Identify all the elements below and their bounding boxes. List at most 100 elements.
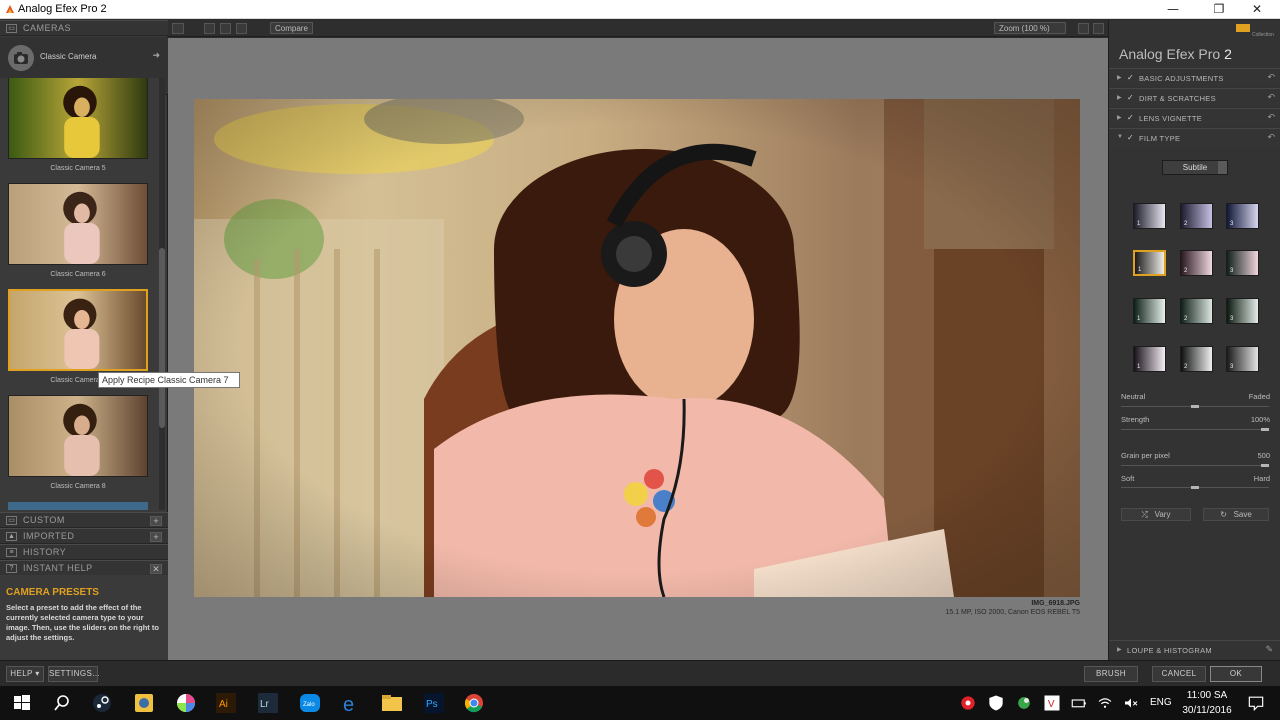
history-header[interactable]: ≡ HISTORY	[0, 544, 168, 560]
save-button[interactable]: ↻ Save	[1203, 508, 1269, 521]
film-swatch-selected[interactable]: 1	[1133, 250, 1166, 276]
slider-handle[interactable]	[1191, 486, 1199, 489]
section-film-type[interactable]: ▼ ✓ FILM TYPE ↶	[1109, 128, 1280, 146]
navigator-toggle-icon[interactable]	[172, 23, 184, 34]
cancel-button[interactable]: CANCEL	[1152, 666, 1206, 682]
folder-icon[interactable]	[380, 691, 404, 715]
clock-time[interactable]: 11:00 SA	[1180, 690, 1234, 701]
preset-list[interactable]: Classic Camera 5 Classic Camera 6 Classi…	[0, 78, 160, 510]
imported-header[interactable]: ▲ IMPORTED +	[0, 528, 168, 544]
vivaldi-icon[interactable]: V	[1042, 691, 1062, 715]
film-swatch[interactable]: 3	[1226, 203, 1259, 229]
collapse-icon[interactable]: ▼	[1117, 134, 1123, 140]
section-basic-adjustments[interactable]: ▶ ✓ BASIC ADJUSTMENTS ↶	[1109, 68, 1280, 86]
expand-icon[interactable]: ▶	[1117, 646, 1122, 653]
preset-thumbnail[interactable]	[8, 289, 148, 371]
windows-start-icon[interactable]	[10, 691, 34, 715]
film-swatch[interactable]: 1	[1133, 298, 1166, 324]
minimize-button[interactable]: —	[1150, 0, 1196, 19]
film-swatch[interactable]: 3	[1226, 346, 1259, 372]
preset-item[interactable]: Classic Camera 5	[0, 78, 156, 179]
reset-icon[interactable]: ↶	[1267, 72, 1275, 83]
edge-icon[interactable]: e	[340, 691, 364, 715]
illustrator-icon[interactable]: Ai	[214, 691, 238, 715]
lightroom-icon[interactable]: Lr	[256, 691, 280, 715]
help-button[interactable]: HELP ▾	[6, 666, 44, 682]
scrollbar-thumb[interactable]	[159, 248, 165, 428]
clock-date[interactable]: 30/11/2016	[1176, 705, 1238, 716]
film-swatch[interactable]: 2	[1180, 203, 1213, 229]
shield-icon[interactable]	[986, 691, 1006, 715]
photoshop-icon[interactable]: Ps	[422, 691, 446, 715]
film-swatch[interactable]: 2	[1180, 298, 1213, 324]
film-swatch[interactable]: 3	[1226, 298, 1259, 324]
slider-handle[interactable]	[1261, 428, 1269, 431]
photo-preview[interactable]	[194, 99, 1080, 597]
single-view-icon[interactable]	[204, 23, 215, 34]
notifications-icon[interactable]	[1246, 691, 1266, 715]
preset-thumbnail-partial[interactable]	[8, 502, 148, 510]
image-canvas[interactable]: IMG_6918.JPG 15.1 MP, ISO 2000, Canon EO…	[168, 38, 1108, 660]
reset-icon[interactable]: ↶	[1267, 92, 1275, 103]
volume-muted-icon[interactable]	[1122, 691, 1140, 715]
section-dirt-scratches[interactable]: ▶ ✓ DIRT & SCRATCHES ↶	[1109, 88, 1280, 106]
add-custom-button[interactable]: +	[150, 516, 162, 526]
film-swatch[interactable]: 2	[1180, 250, 1213, 276]
enable-checkbox[interactable]: ✓	[1127, 93, 1134, 102]
preset-item[interactable]: Classic Camera 6	[0, 181, 156, 285]
close-help-button[interactable]: ✕	[150, 564, 162, 574]
film-swatch[interactable]: 2	[1180, 346, 1213, 372]
custom-header[interactable]: ▭ CUSTOM +	[0, 512, 168, 528]
pin-icon[interactable]: ✎	[1265, 644, 1273, 655]
expand-icon[interactable]: ▶	[1117, 114, 1122, 121]
network-app-icon[interactable]	[1014, 691, 1034, 715]
strength-slider[interactable]	[1121, 428, 1269, 431]
chrome-icon[interactable]	[462, 691, 486, 715]
enable-checkbox[interactable]: ✓	[1127, 73, 1134, 82]
chevron-down-icon[interactable]	[1218, 161, 1227, 174]
preset-scrollbar[interactable]	[159, 78, 165, 510]
film-swatch[interactable]: 3	[1226, 250, 1259, 276]
cameras-header[interactable]: ▭ CAMERAS	[0, 20, 168, 36]
language-indicator[interactable]: ENG	[1150, 697, 1172, 708]
preset-item[interactable]: Classic Camera 8	[0, 393, 156, 497]
file-explorer-alt-icon[interactable]	[132, 691, 156, 715]
settings-button[interactable]: SETTINGS...	[48, 666, 100, 682]
expand-icon[interactable]: ▶	[1117, 94, 1122, 101]
brush-button[interactable]: BRUSH	[1084, 666, 1138, 682]
preset-thumbnail[interactable]	[8, 395, 148, 477]
side-by-side-icon[interactable]	[236, 23, 247, 34]
section-lens-vignette[interactable]: ▶ ✓ LENS VIGNETTE ↶	[1109, 108, 1280, 126]
steam-icon[interactable]	[90, 691, 114, 715]
zalo-icon[interactable]: Zalo	[298, 691, 322, 715]
arrow-right-icon[interactable]: ➜	[152, 50, 160, 61]
panel-toggle-icon[interactable]	[1093, 23, 1104, 34]
reset-icon[interactable]: ↶	[1267, 132, 1275, 143]
loupe-histogram-section[interactable]: ▶ LOUPE & HISTOGRAM ✎	[1109, 640, 1280, 658]
add-imported-button[interactable]: +	[150, 532, 162, 542]
search-icon[interactable]	[50, 691, 74, 715]
grain-slider[interactable]	[1121, 464, 1269, 467]
vary-button[interactable]: ⤮ Vary	[1121, 508, 1191, 521]
split-view-icon[interactable]	[220, 23, 231, 34]
soft-hard-slider[interactable]	[1121, 486, 1269, 489]
reset-icon[interactable]: ↶	[1267, 112, 1275, 123]
preset-thumbnail[interactable]	[8, 78, 148, 159]
film-type-dropdown[interactable]: Subtile	[1162, 160, 1228, 175]
instant-help-header[interactable]: ? INSTANT HELP ✕	[0, 560, 168, 576]
ok-button[interactable]: OK	[1210, 666, 1262, 682]
battery-icon[interactable]	[1070, 691, 1088, 715]
slider-handle[interactable]	[1261, 464, 1269, 467]
zoom-dropdown[interactable]: Zoom (100 %)	[994, 22, 1066, 34]
compare-button[interactable]: Compare	[270, 22, 313, 34]
preset-thumbnail[interactable]	[8, 183, 148, 265]
beats-icon[interactable]	[958, 691, 978, 715]
enable-checkbox[interactable]: ✓	[1127, 133, 1134, 142]
neutral-faded-slider[interactable]	[1121, 405, 1269, 408]
picasa-icon[interactable]	[174, 691, 198, 715]
film-swatch[interactable]: 1	[1133, 203, 1166, 229]
close-button[interactable]: ✕	[1234, 0, 1280, 19]
enable-checkbox[interactable]: ✓	[1127, 113, 1134, 122]
expand-icon[interactable]: ▶	[1117, 74, 1122, 81]
film-swatch[interactable]: 1	[1133, 346, 1166, 372]
